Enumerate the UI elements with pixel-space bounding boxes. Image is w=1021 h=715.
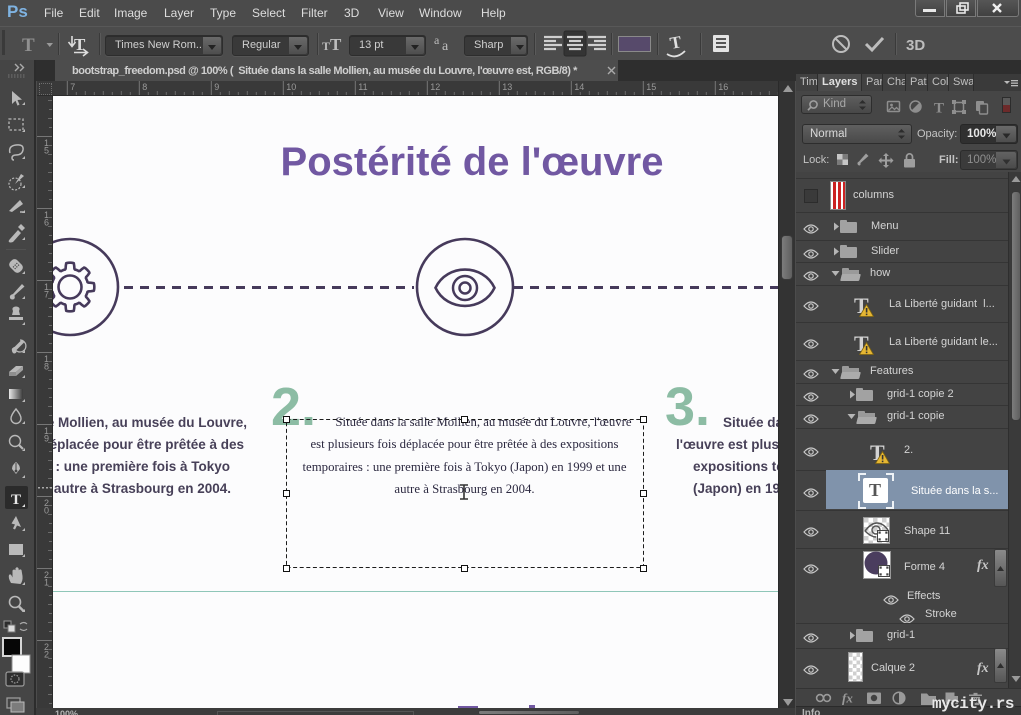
svg-text:T: T <box>668 32 683 53</box>
svg-text:fx: fx <box>842 691 853 706</box>
svg-text:8: 8 <box>142 82 147 92</box>
svg-text:13: 13 <box>502 82 512 92</box>
svg-text:7: 7 <box>70 82 75 92</box>
svg-text:a: a <box>442 39 449 54</box>
svg-text:16: 16 <box>718 82 728 92</box>
svg-text:14: 14 <box>574 82 584 92</box>
svg-text:3D: 3D <box>906 37 925 54</box>
svg-text:T: T <box>22 35 35 56</box>
svg-text:12: 12 <box>430 82 440 92</box>
svg-text:T: T <box>330 35 342 54</box>
svg-text:10: 10 <box>286 82 296 92</box>
svg-text:T: T <box>74 35 86 54</box>
svg-text:T: T <box>11 492 21 508</box>
svg-text:15: 15 <box>646 82 656 92</box>
svg-text:a: a <box>434 33 440 47</box>
svg-text:11: 11 <box>358 82 367 92</box>
svg-text:T: T <box>934 101 944 117</box>
svg-text:9: 9 <box>214 82 219 92</box>
svg-text:T: T <box>322 39 330 53</box>
